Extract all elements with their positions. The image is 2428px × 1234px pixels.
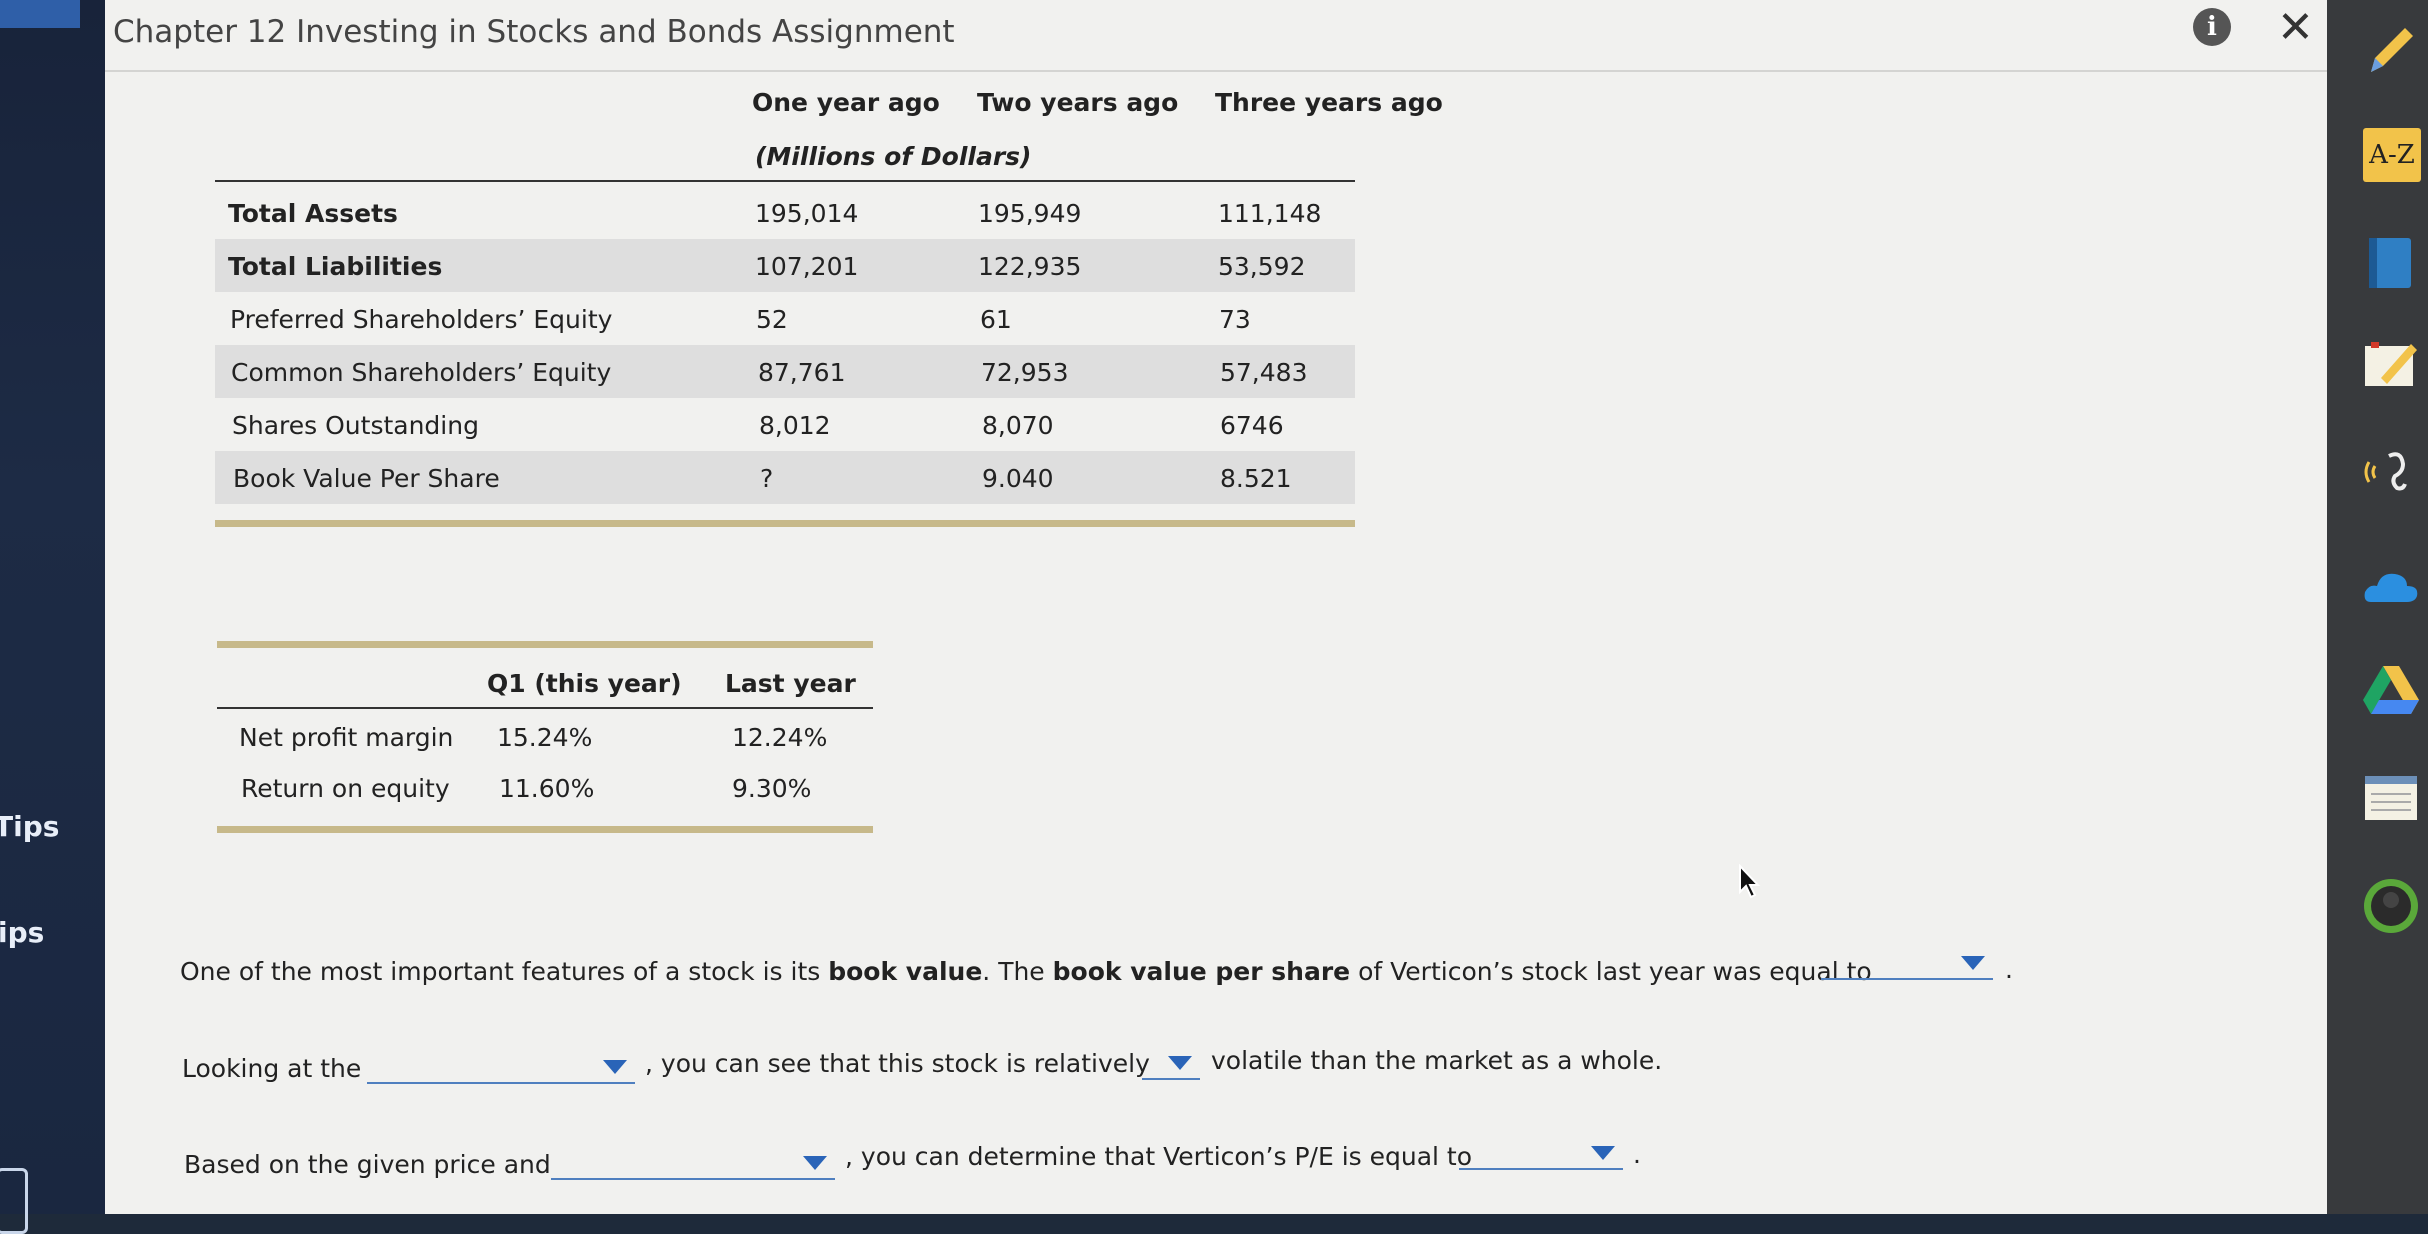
units-label: (Millions of Dollars) bbox=[755, 142, 1032, 171]
column-header: Three years ago bbox=[1215, 88, 1443, 117]
table-cell: 195,014 bbox=[755, 199, 859, 228]
book-value-dropdown[interactable] bbox=[1821, 948, 1993, 980]
table-cell: 72,953 bbox=[981, 358, 1069, 387]
table-row: Total Assets 195,014 195,949 111,148 bbox=[215, 186, 1355, 239]
tips-label-2: ips bbox=[0, 916, 45, 949]
table-cell: 6746 bbox=[1220, 411, 1284, 440]
row-label: Common Shareholders’ Equity bbox=[231, 358, 612, 387]
close-icon[interactable]: ✕ bbox=[2277, 2, 2314, 53]
chevron-down-icon bbox=[1961, 956, 1985, 970]
table-cell: 61 bbox=[980, 305, 1012, 334]
column-header: One year ago bbox=[752, 88, 940, 117]
question-3-text-mid: , you can determine that Verticon’s P/E … bbox=[845, 1142, 1473, 1171]
right-toolbar: A-Z bbox=[2327, 0, 2428, 1214]
table-cell: 52 bbox=[756, 305, 788, 334]
row-label: Total Liabilities bbox=[228, 252, 443, 281]
profile-icon[interactable] bbox=[2361, 876, 2421, 936]
google-drive-icon[interactable] bbox=[2361, 660, 2421, 720]
table-cell: 57,483 bbox=[1220, 358, 1308, 387]
table-cell: 122,935 bbox=[978, 252, 1082, 281]
table-row: Total Liabilities 107,201 122,935 53,592 bbox=[215, 239, 1355, 292]
chevron-down-icon bbox=[603, 1060, 627, 1074]
assignment-panel: Chapter 12 Investing in Stocks and Bonds… bbox=[105, 0, 2327, 1214]
column-header: Two years ago bbox=[977, 88, 1179, 117]
book-icon[interactable] bbox=[2361, 232, 2421, 292]
table-rule bbox=[215, 180, 1355, 182]
table-cell: 8.521 bbox=[1220, 464, 1292, 493]
onedrive-icon[interactable] bbox=[2361, 558, 2421, 618]
table-cell: 9.040 bbox=[982, 464, 1054, 493]
table-cell: 53,592 bbox=[1218, 252, 1306, 281]
table-cell: 107,201 bbox=[755, 252, 859, 281]
question-3-text: Based on the given price and bbox=[184, 1150, 551, 1179]
row-label: Net profit margin bbox=[239, 723, 454, 752]
dictionary-az-icon[interactable]: A-Z bbox=[2363, 128, 2421, 182]
sentence-period: . bbox=[1633, 1140, 1641, 1169]
info-icon[interactable]: i bbox=[2193, 8, 2231, 46]
column-header: Last year bbox=[725, 669, 856, 698]
question-1-text: One of the most important features of a … bbox=[180, 957, 1872, 986]
table-cell: ? bbox=[760, 464, 774, 493]
chevron-down-icon bbox=[1168, 1056, 1192, 1070]
pe-value-dropdown[interactable] bbox=[1459, 1138, 1623, 1170]
table-rule bbox=[215, 520, 1355, 527]
table-cell: 11.60% bbox=[499, 774, 595, 803]
question-2-text-mid: , you can see that this stock is relativ… bbox=[645, 1049, 1150, 1078]
table-cell: 8,012 bbox=[759, 411, 831, 440]
table-cell: 195,949 bbox=[978, 199, 1082, 228]
panel-header: Chapter 12 Investing in Stocks and Bonds… bbox=[105, 0, 2327, 72]
tips-label: Tips bbox=[0, 810, 60, 843]
table-cell: 73 bbox=[1219, 305, 1251, 334]
table-cell: 111,148 bbox=[1218, 199, 1322, 228]
question-2-text-end: volatile than the market as a whole. bbox=[1211, 1046, 1663, 1075]
table-cell: 15.24% bbox=[497, 723, 593, 752]
table-cell: 9.30% bbox=[732, 774, 812, 803]
table-rule bbox=[217, 707, 873, 709]
indicator-dropdown[interactable] bbox=[367, 1052, 635, 1084]
table-cell: 87,761 bbox=[758, 358, 846, 387]
left-top-bar bbox=[0, 0, 80, 28]
table-rule bbox=[217, 641, 873, 648]
table-cell: 12.24% bbox=[732, 723, 828, 752]
pencil-icon[interactable] bbox=[2361, 20, 2421, 80]
volatility-dropdown[interactable] bbox=[1142, 1048, 1200, 1080]
chevron-down-icon bbox=[1591, 1146, 1615, 1160]
table-cell: 8,070 bbox=[982, 411, 1054, 440]
row-label: Return on equity bbox=[241, 774, 450, 803]
table-row: Preferred Shareholders’ Equity 52 61 73 bbox=[215, 292, 1355, 345]
page-title: Chapter 12 Investing in Stocks and Bonds… bbox=[113, 14, 955, 50]
pe-input-dropdown[interactable] bbox=[551, 1148, 835, 1180]
table-row: Common Shareholders’ Equity 87,761 72,95… bbox=[215, 345, 1355, 398]
chevron-down-icon bbox=[803, 1156, 827, 1170]
row-label: Total Assets bbox=[228, 199, 398, 228]
table-row: Book Value Per Share ? 9.040 8.521 bbox=[215, 451, 1355, 504]
table-row: Shares Outstanding 8,012 8,070 6746 bbox=[215, 398, 1355, 451]
column-header: Q1 (this year) bbox=[487, 669, 682, 698]
highlighter-icon[interactable] bbox=[2361, 334, 2421, 394]
text-to-speech-icon[interactable] bbox=[2361, 442, 2421, 502]
sentence-period: . bbox=[2005, 955, 2013, 984]
row-label: Book Value Per Share bbox=[233, 464, 500, 493]
left-bottom-box bbox=[0, 1168, 28, 1234]
row-label: Preferred Shareholders’ Equity bbox=[230, 305, 613, 334]
mouse-cursor-icon bbox=[1739, 864, 1761, 899]
notes-icon[interactable] bbox=[2361, 768, 2421, 828]
row-label: Shares Outstanding bbox=[232, 411, 479, 440]
question-2-text: Looking at the bbox=[182, 1054, 362, 1083]
left-background-strip: Tips ips bbox=[0, 0, 105, 1234]
table-rule bbox=[217, 826, 873, 833]
